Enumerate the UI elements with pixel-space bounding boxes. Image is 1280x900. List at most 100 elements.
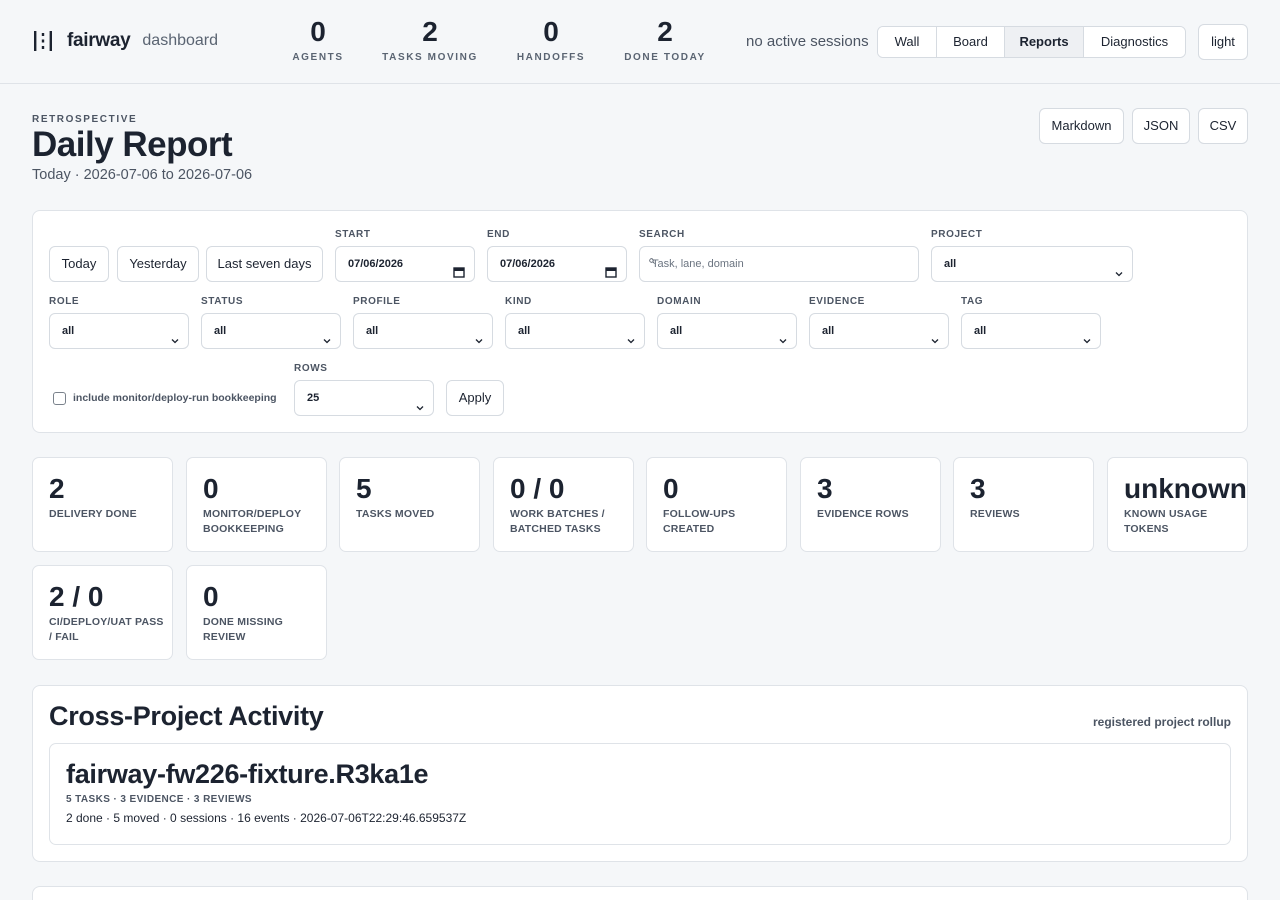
metric-value: 0 — [203, 581, 219, 612]
metric-value: 2 — [49, 473, 65, 504]
kanban-logo-icon — [33, 30, 53, 52]
export-json-button[interactable]: JSON — [1132, 108, 1190, 144]
metric-label: EVIDENCE ROWS — [817, 508, 909, 520]
tag-select[interactable]: all — [961, 313, 1101, 349]
nav-reports[interactable]: Reports — [1005, 27, 1084, 57]
bookkeeping-checkbox-label[interactable]: include monitor/deploy-run bookkeeping — [73, 392, 277, 404]
profile-select[interactable]: all — [353, 313, 493, 349]
apply-button[interactable]: Apply — [446, 380, 504, 416]
chevron-down-icon — [415, 393, 425, 411]
end-date-input[interactable]: 07/06/2026 — [487, 246, 627, 282]
metric-card-monitor-deploy-bookkeeping: 0 MONITOR/DEPLOY BOOKKEEPING — [186, 457, 327, 552]
brand[interactable]: fairway dashboard — [33, 30, 218, 52]
chevron-down-icon — [322, 326, 332, 344]
start-date-value: 07/06/2026 — [348, 258, 404, 270]
project-meta: 5 TASKS · 3 EVIDENCE · 3 REVIEWS — [66, 794, 252, 805]
chevron-down-icon — [930, 326, 940, 344]
status-select-value: all — [214, 325, 227, 337]
stat-agents: 0 AGENTS — [284, 16, 352, 64]
report-eyebrow: RETROSPECTIVE — [32, 114, 138, 125]
project-select[interactable]: all — [931, 246, 1133, 282]
kind-select[interactable]: all — [505, 313, 645, 349]
metric-card-delivery-done: 2 DELIVERY DONE — [32, 457, 173, 552]
end-label: END — [487, 229, 510, 240]
profile-label: PROFILE — [353, 296, 401, 307]
tag-label: TAG — [961, 296, 984, 307]
metric-card-ci-deploy-uat: 2 / 0 CI/DEPLOY/UAT PASS / FAIL — [32, 565, 173, 660]
section-note: registered project rollup — [1092, 715, 1231, 729]
role-select[interactable]: all — [49, 313, 189, 349]
domain-select[interactable]: all — [657, 313, 797, 349]
metric-value: 5 — [356, 473, 372, 504]
chevron-down-icon — [474, 326, 484, 344]
evidence-select[interactable]: all — [809, 313, 949, 349]
metric-value: 3 — [970, 473, 986, 504]
brand-name: fairway — [67, 30, 131, 51]
evidence-select-value: all — [822, 325, 835, 337]
stat-label: AGENTS — [292, 52, 344, 63]
metric-label: FOLLOW-UPS CREATED — [663, 508, 736, 535]
start-label: START — [335, 229, 371, 240]
rows-label: ROWS — [294, 363, 328, 374]
calendar-icon — [605, 258, 617, 278]
kind-select-value: all — [518, 325, 531, 337]
metric-label: KNOWN USAGE TOKENS — [1124, 508, 1208, 535]
top-bar: fairway dashboard 0 AGENTS 2 TASKS MOVIN… — [0, 0, 1280, 84]
metric-value: unknown — [1124, 473, 1247, 504]
start-date-input[interactable]: 07/06/2026 — [335, 246, 475, 282]
stat-label: HANDOFFS — [516, 52, 586, 63]
theme-toggle-button[interactable]: light — [1198, 24, 1248, 60]
metric-value: 2 / 0 — [49, 581, 104, 612]
metric-label: CI/DEPLOY/UAT PASS / FAIL — [49, 616, 164, 643]
metric-label: TASKS MOVED — [356, 508, 435, 520]
quick-today-button[interactable]: Today — [49, 246, 109, 282]
metric-label: MONITOR/DEPLOY BOOKKEEPING — [203, 508, 302, 535]
quick-last-seven-days-button[interactable]: Last seven days — [206, 246, 323, 282]
nav-board[interactable]: Board — [937, 27, 1005, 57]
status-select[interactable]: all — [201, 313, 341, 349]
chevron-down-icon — [778, 326, 788, 344]
stat-value: 0 — [310, 16, 326, 47]
project-card[interactable]: fairway-fw226-fixture.R3ka1e 5 TASKS · 3… — [49, 743, 1231, 845]
metric-card-usage-tokens: unknown KNOWN USAGE TOKENS — [1107, 457, 1248, 552]
rows-select[interactable]: 25 — [294, 380, 434, 416]
project-name: fairway-fw226-fixture.R3ka1e — [66, 759, 429, 789]
chevron-down-icon — [626, 326, 636, 344]
stat-value: 0 — [543, 16, 559, 47]
sessions-status: no active sessions — [746, 33, 869, 50]
search-input[interactable]: Task, lane, domain — [639, 246, 919, 282]
status-label: STATUS — [201, 296, 244, 307]
chevron-down-icon — [1082, 326, 1092, 344]
export-markdown-button[interactable]: Markdown — [1039, 108, 1124, 144]
stat-label: DONE TODAY — [624, 52, 706, 63]
domain-select-value: all — [670, 325, 683, 337]
metric-label: DONE MISSING REVIEW — [203, 616, 283, 643]
tag-select-value: all — [974, 325, 987, 337]
stat-label: TASKS MOVING — [382, 52, 478, 63]
metric-label: DELIVERY DONE — [49, 508, 137, 520]
project-label: PROJECT — [931, 229, 983, 240]
quick-yesterday-button[interactable]: Yesterday — [117, 246, 199, 282]
profile-select-value: all — [366, 325, 379, 337]
search-label: SEARCH — [639, 229, 685, 240]
page-title: Daily Report — [32, 125, 233, 164]
bookkeeping-checkbox[interactable] — [53, 392, 66, 405]
metric-value: 3 — [817, 473, 833, 504]
metric-card-reviews: 3 REVIEWS — [953, 457, 1094, 552]
metric-card-tasks-moved: 5 TASKS MOVED — [339, 457, 480, 552]
stat-handoffs: 0 HANDOFFS — [508, 16, 594, 64]
rows-select-value: 25 — [307, 392, 320, 404]
metric-card-follow-ups: 0 FOLLOW-UPS CREATED — [646, 457, 787, 552]
nav-diagnostics[interactable]: Diagnostics — [1084, 27, 1185, 57]
evidence-label: EVIDENCE — [809, 296, 865, 307]
nav-wall[interactable]: Wall — [878, 27, 937, 57]
stat-done-today: 2 DONE TODAY — [616, 17, 714, 64]
domain-label: DOMAIN — [657, 296, 702, 307]
report-range: Today · 2026-07-06 to 2026-07-06 — [32, 167, 253, 183]
search-icon — [649, 251, 655, 264]
role-select-value: all — [62, 325, 75, 337]
project-select-value: all — [944, 258, 957, 270]
export-csv-button[interactable]: CSV — [1198, 108, 1248, 144]
metric-card-done-missing-review: 0 DONE MISSING REVIEW — [186, 565, 327, 660]
metric-label: WORK BATCHES / BATCHED TASKS — [510, 508, 605, 535]
